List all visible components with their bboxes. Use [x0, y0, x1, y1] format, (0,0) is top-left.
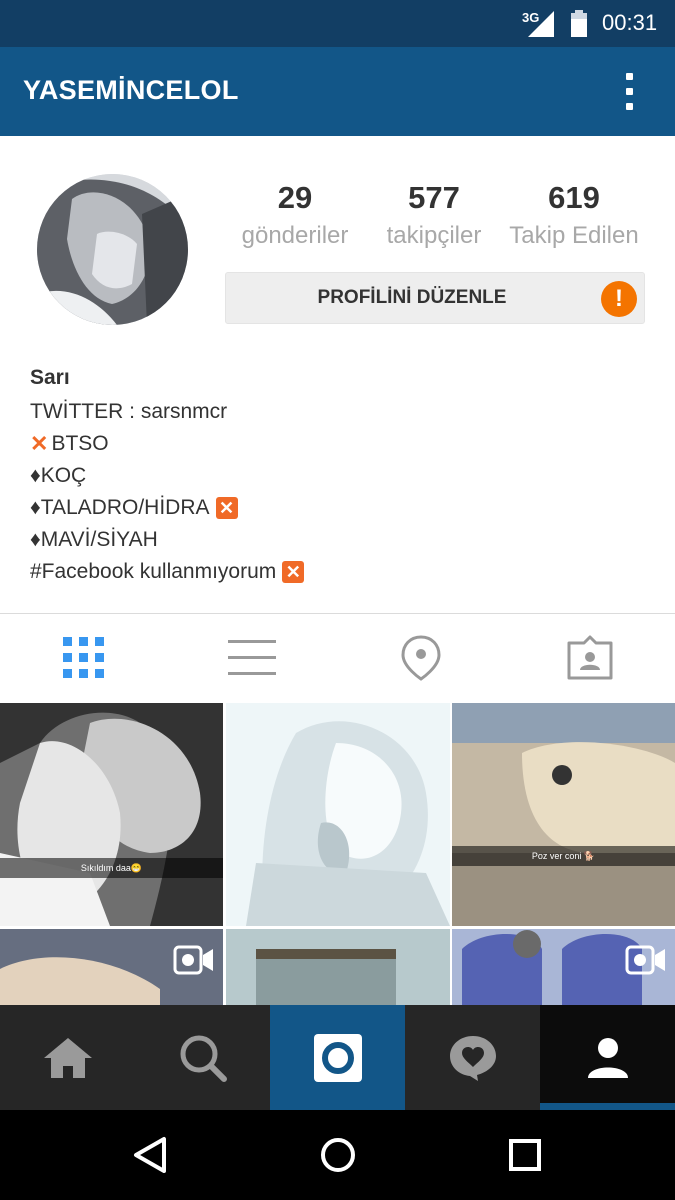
posts-count: 29: [277, 180, 313, 215]
tab-tagged[interactable]: [506, 614, 674, 702]
followers-label: takipçiler: [386, 222, 482, 249]
tagged-photos-icon: [567, 635, 613, 680]
bio-line-text: ♦KOÇ: [30, 464, 87, 487]
bio: Sarı TWİTTER : sarsnmcr ✕ BTSO ♦KOÇ ♦TAL…: [30, 366, 630, 588]
photo-tile[interactable]: [226, 929, 450, 1006]
app-header: YASEMİNCELOL: [0, 47, 675, 136]
signal-icon: [528, 11, 554, 37]
bio-line: ✕ BTSO: [30, 428, 630, 460]
profile-icon: [587, 1037, 628, 1078]
photo-grid: Sıkıldım daa😁 Poz ver coni 🐕: [0, 703, 675, 1006]
camera-icon: [313, 1033, 362, 1082]
home-icon: [43, 1037, 92, 1078]
cross-box-icon: ✕: [215, 497, 238, 519]
snap-caption: Sıkıldım daa😁: [0, 858, 223, 878]
stat-posts[interactable]: 29 gönderiler: [225, 180, 365, 250]
bio-line: ♦MAVİ/SİYAH: [30, 524, 630, 556]
location-pin-icon: [401, 635, 441, 681]
cross-mark-icon: ✕: [30, 431, 49, 456]
photo-tile[interactable]: [0, 929, 223, 1006]
search-icon: [180, 1035, 227, 1082]
system-back-button[interactable]: [95, 1110, 205, 1200]
bio-line: ♦KOÇ: [30, 460, 630, 492]
battery-icon: [571, 10, 587, 37]
system-recents-button[interactable]: [470, 1110, 580, 1200]
tab-grid[interactable]: [0, 614, 168, 702]
edit-profile-label: PROFİLİNİ DÜZENLE: [317, 287, 507, 308]
more-options-button[interactable]: [612, 69, 648, 115]
more-vert-icon: [626, 73, 633, 80]
recents-icon: [509, 1139, 541, 1171]
profile-username: YASEMİNCELOL: [23, 75, 239, 105]
system-navigation-bar: [0, 1110, 675, 1200]
bio-line: ♦TALADRO/HİDRA ✕: [30, 492, 630, 524]
bio-line-text: #Facebook kullanmıyorum: [30, 560, 277, 583]
tab-list[interactable]: [168, 614, 336, 702]
video-camera-icon: [625, 945, 665, 975]
following-count: 619: [548, 180, 600, 215]
bio-line: #Facebook kullanmıyorum ✕: [30, 556, 630, 588]
bio-line-text: ♦TALADRO/HİDRA: [30, 496, 210, 519]
bio-name: Sarı: [30, 366, 70, 389]
posts-label: gönderiler: [241, 222, 349, 249]
bottom-navigation: [0, 1005, 675, 1110]
photo-tile[interactable]: [226, 703, 450, 926]
back-icon: [134, 1137, 166, 1173]
video-camera-icon: [173, 945, 213, 975]
home-circle-icon: [321, 1138, 355, 1172]
bio-line-text: ♦MAVİ/SİYAH: [30, 528, 158, 551]
nav-profile[interactable]: [540, 1005, 675, 1110]
bio-line: TWİTTER : sarsnmcr: [30, 396, 630, 428]
edit-profile-button[interactable]: PROFİLİNİ DÜZENLE !: [225, 272, 645, 324]
grid-view-icon: [63, 637, 104, 678]
activity-heart-icon: [449, 1035, 496, 1081]
photo-thumbnail: [226, 703, 450, 926]
more-vert-dot: [626, 103, 633, 110]
list-view-icon: [228, 640, 276, 675]
photo-thumbnail: [452, 703, 675, 926]
nav-home[interactable]: [0, 1005, 135, 1110]
following-label: Takip Edilen: [509, 222, 639, 249]
photo-tile[interactable]: Sıkıldım daa😁: [0, 703, 223, 926]
stat-following[interactable]: 619 Takip Edilen: [504, 180, 644, 250]
system-home-button[interactable]: [283, 1110, 393, 1200]
photo-tile[interactable]: Poz ver coni 🐕: [452, 703, 675, 926]
photo-thumbnail: [226, 929, 450, 1006]
status-bar: 3G 00:31: [0, 0, 675, 47]
bio-line-text: BTSO: [51, 432, 109, 455]
tab-location[interactable]: [337, 614, 505, 702]
avatar[interactable]: [37, 174, 188, 325]
bio-line-text: TWİTTER : sarsnmcr: [30, 400, 228, 423]
snap-caption: Poz ver coni 🐕: [452, 846, 675, 866]
cross-box-icon: ✕: [282, 561, 305, 583]
photo-tile[interactable]: [452, 929, 675, 1006]
nav-camera[interactable]: [270, 1005, 405, 1110]
nav-activity[interactable]: [405, 1005, 540, 1110]
active-tab-indicator: [540, 1103, 675, 1110]
warning-icon: !: [601, 281, 637, 317]
instagram-profile-screen: 3G 00:31 YASEMİNCELOL 29 gönderiler 577 …: [0, 0, 675, 1200]
photo-thumbnail: [0, 703, 223, 926]
followers-count: 577: [408, 180, 460, 215]
clock: 00:31: [602, 10, 658, 35]
stat-followers[interactable]: 577 takipçiler: [364, 180, 504, 250]
profile-view-tabs: [0, 614, 675, 702]
more-vert-dot: [626, 88, 633, 95]
avatar-photo: [37, 174, 188, 325]
nav-search[interactable]: [135, 1005, 270, 1110]
